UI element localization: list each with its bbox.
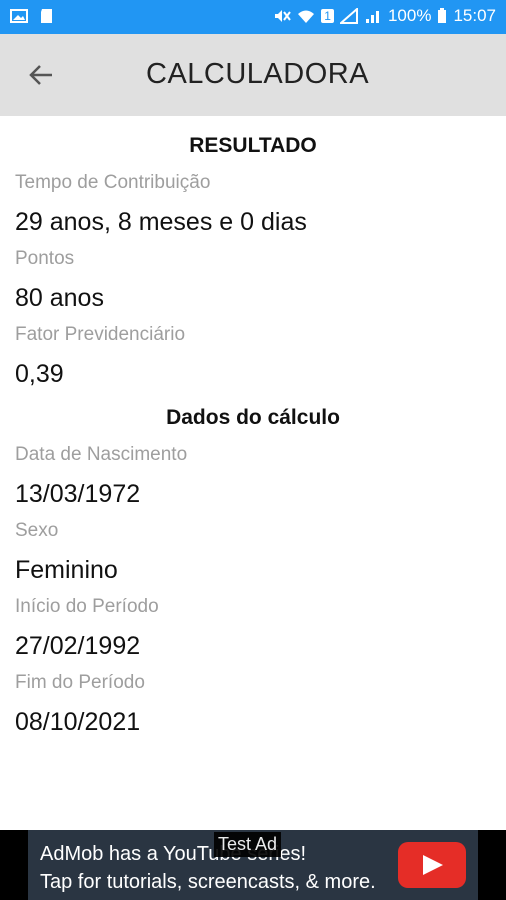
period-start-value: 27/02/1992: [15, 632, 141, 660]
ad-banner[interactable]: AdMob has a YouTube series! Tap for tuto…: [0, 830, 506, 900]
clock: 15:07: [453, 6, 496, 25]
youtube-play-icon[interactable]: [398, 842, 466, 888]
app-bar: CALCULADORA: [0, 34, 506, 116]
signal-bars-icon: [365, 11, 379, 23]
page-title: CALCULADORA: [146, 58, 370, 90]
wifi-icon: [298, 10, 315, 23]
birth-date-label: Data de Nascimento: [15, 444, 188, 465]
ad-line-1: AdMob has a YouTube series!: [40, 843, 307, 865]
battery-icon: [438, 8, 447, 23]
back-arrow-icon[interactable]: [26, 60, 56, 90]
points-label: Pontos: [15, 248, 75, 269]
ad-line-2: Tap for tutorials, screencasts, & more.: [40, 871, 376, 893]
points-value: 80 anos: [15, 284, 104, 312]
signal-icon: [339, 8, 358, 24]
sex-label: Sexo: [15, 520, 59, 541]
test-ad-badge: Test Ad: [214, 832, 282, 857]
status-bar: 1 100% 15:07: [0, 0, 506, 34]
sim-badge: 1: [321, 9, 334, 23]
sd-card-icon: [41, 9, 52, 23]
contribution-time-value: 29 anos, 8 meses e 0 dias: [15, 208, 307, 236]
birth-date-value: 13/03/1972: [15, 480, 141, 508]
period-end-value: 08/10/2021: [15, 708, 141, 736]
sex-value: Feminino: [15, 556, 118, 584]
battery-percent: 100%: [387, 6, 432, 25]
contribution-time-label: Tempo de Contribuição: [15, 172, 211, 193]
period-start-label: Início do Período: [15, 596, 159, 617]
period-end-label: Fim do Período: [15, 672, 145, 693]
factor-label: Fator Previdenciário: [15, 324, 186, 345]
image-icon: [10, 9, 28, 23]
mute-icon: [275, 10, 292, 22]
factor-value: 0,39: [15, 360, 64, 388]
calc-data-heading: Dados do cálculo: [166, 406, 340, 429]
ad-text: AdMob has a YouTube series! Tap for tuto…: [40, 840, 376, 896]
result-heading: RESULTADO: [189, 134, 317, 157]
main-content[interactable]: RESULTADO Tempo de Contribuição 29 anos,…: [0, 116, 506, 830]
